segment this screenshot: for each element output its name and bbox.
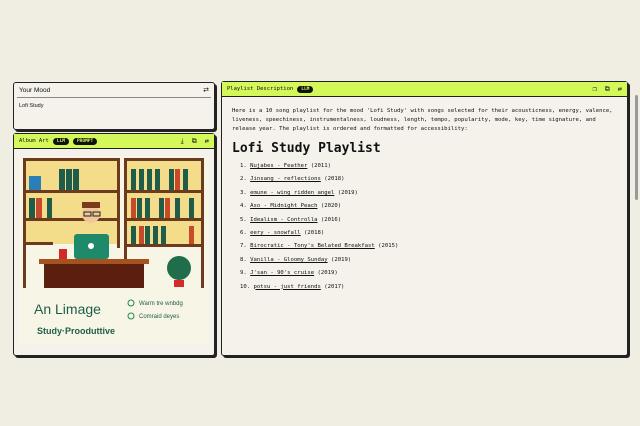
- album-art-image: An Limage Study·Prooduttive Warm tre wnb…: [19, 156, 209, 344]
- sliders-icon[interactable]: ⇄: [205, 137, 209, 146]
- llm-badge: LLM: [297, 85, 314, 93]
- song-link[interactable]: Vanilla - Gloomy Sunday: [250, 257, 327, 263]
- song-link[interactable]: emune - wing ridden angel: [250, 190, 334, 196]
- song-link[interactable]: Nujabes - Feather: [250, 163, 307, 169]
- download-icon[interactable]: ⤓: [181, 137, 184, 146]
- mood-header: Your Mood ⇄: [17, 83, 211, 98]
- song-year: (2018): [324, 176, 345, 183]
- mood-title: Your Mood: [19, 86, 51, 94]
- song-item: 6. eery - snowfall (2018): [232, 229, 617, 242]
- song-item: 7. Birocratic - Tony's Belated Breakfast…: [232, 242, 617, 255]
- image-text-line2: Study·Prooduttive: [37, 326, 115, 336]
- song-year: (2017): [324, 283, 345, 290]
- song-year: (2011): [310, 163, 331, 169]
- song-year: (2019): [337, 189, 358, 196]
- song-item: 10. potsu - just friends (2017): [232, 283, 617, 296]
- song-item: 4. Aso - Midnight Peach (2020): [232, 202, 617, 215]
- prompt-badge: PROMPT: [72, 137, 98, 145]
- song-number: 3.: [240, 189, 247, 196]
- song-number: 4.: [240, 203, 247, 210]
- song-item: 9. J'san - 90's cruise (2019): [232, 269, 617, 282]
- song-item: 2. Jinsang - reflections (2018): [232, 175, 617, 188]
- song-number: 1.: [240, 163, 247, 169]
- share-icon[interactable]: ⧉: [192, 137, 197, 146]
- song-link[interactable]: Idealism - Controlla: [250, 217, 317, 223]
- song-number: 10.: [240, 283, 251, 290]
- llm-badge: LLM: [52, 137, 69, 145]
- copy-icon[interactable]: ❐: [593, 85, 597, 94]
- song-year: (2019): [317, 270, 338, 277]
- song-item: 3. emune - wing ridden angel (2019): [232, 189, 617, 202]
- mood-panel: Your Mood ⇄ Lofi Study: [13, 82, 215, 130]
- song-link[interactable]: Birocratic - Tony's Belated Breakfast: [250, 243, 375, 249]
- share-icon[interactable]: ⧉: [605, 85, 610, 94]
- song-item: 5. Idealism - Controlla (2016): [232, 216, 617, 229]
- album-art-panel: Album Art LLM PROMPT ⤓ ⧉ ⇄ An Limage Stu…: [13, 133, 215, 356]
- image-text-check2: Comraid deyes: [139, 314, 179, 320]
- playlist-title: Playlist Description: [227, 86, 294, 92]
- playlist-content: Here is a 10 song playlist for the mood …: [222, 97, 627, 306]
- playlist-intro: Here is a 10 song playlist for the mood …: [232, 108, 613, 132]
- sliders-icon[interactable]: ⇄: [203, 86, 209, 94]
- song-list: 1. Nujabes - Feather (2011) 2. Jinsang - …: [232, 162, 617, 296]
- song-year: (2016): [320, 216, 342, 223]
- song-link[interactable]: Jinsang - reflections: [250, 176, 321, 182]
- song-number: 9.: [240, 270, 247, 277]
- song-number: 6.: [240, 229, 247, 236]
- album-art-header: Album Art LLM PROMPT ⤓ ⧉ ⇄: [14, 134, 214, 149]
- song-number: 7.: [240, 243, 247, 250]
- playlist-heading: Lofi Study Playlist: [232, 141, 381, 156]
- image-text-check1: Warm tre wnbdg: [139, 301, 183, 307]
- song-link[interactable]: J'san - 90's cruise: [250, 270, 314, 276]
- song-item: 1. Nujabes - Feather (2011): [232, 162, 617, 175]
- song-year: (2019): [330, 256, 352, 263]
- image-text-line1: An Limage: [34, 301, 101, 317]
- song-year: (2020): [320, 203, 342, 210]
- song-link[interactable]: potsu - just friends: [253, 284, 320, 290]
- song-number: 2.: [240, 176, 247, 183]
- mood-input[interactable]: Lofi Study: [14, 98, 214, 114]
- playlist-header: Playlist Description LLM ❐ ⧉ ⇄: [222, 82, 627, 97]
- scrollbar[interactable]: [635, 95, 638, 200]
- playlist-panel: Playlist Description LLM ❐ ⧉ ⇄ Here is a…: [221, 81, 628, 356]
- song-link[interactable]: Aso - Midnight Peach: [250, 203, 317, 209]
- song-item: 8. Vanilla - Gloomy Sunday (2019): [232, 256, 617, 269]
- song-number: 8.: [240, 256, 247, 263]
- song-number: 5.: [240, 216, 247, 223]
- album-art-title: Album Art: [19, 138, 49, 144]
- sliders-icon[interactable]: ⇄: [618, 85, 622, 94]
- song-year: (2015): [378, 243, 399, 250]
- song-year: (2018): [304, 229, 325, 236]
- song-link[interactable]: eery - snowfall: [250, 230, 301, 236]
